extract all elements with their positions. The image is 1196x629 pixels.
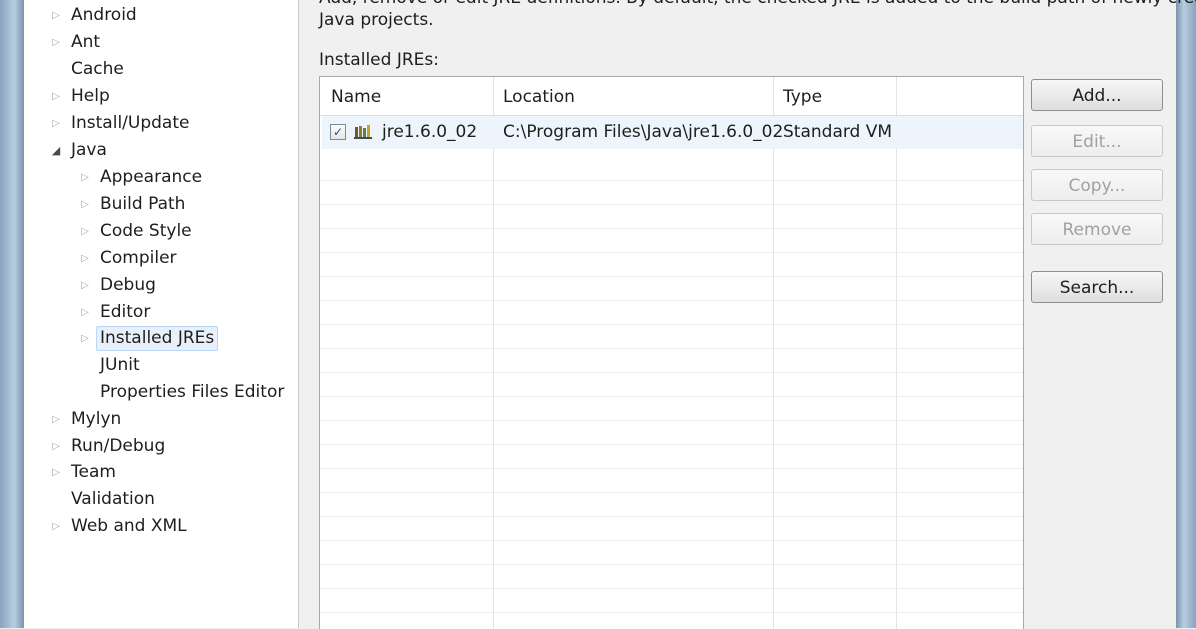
tree-item-help[interactable]: ▷ Help [24, 84, 294, 109]
copy-button[interactable]: Copy... [1031, 169, 1163, 201]
jre-library-icon [354, 125, 372, 139]
tree-item-run-debug[interactable]: ▷ Run/Debug [24, 434, 294, 459]
tree-item-cache[interactable]: Cache [24, 57, 294, 82]
row-divider [320, 348, 1023, 349]
installed-jres-label: Installed JREs: [319, 50, 439, 70]
expand-arrow-icon[interactable]: ▷ [79, 219, 91, 244]
tree-item-label: Android [71, 5, 137, 25]
jre-name-cell: jre1.6.0_02 [382, 122, 478, 142]
tree-item-installed-jres[interactable]: ▷ Installed JREs [24, 326, 294, 351]
expand-arrow-icon[interactable]: ▷ [50, 434, 62, 459]
column-divider [493, 77, 494, 629]
tree-item-appearance[interactable]: ▷ Appearance [24, 165, 294, 190]
tree-item-label: Java [71, 140, 107, 160]
expand-arrow-icon[interactable]: ▷ [79, 300, 91, 325]
row-divider [320, 372, 1023, 373]
row-divider [320, 228, 1023, 229]
row-divider [320, 324, 1023, 325]
column-header-type[interactable]: Type [783, 83, 822, 111]
tree-item-label: Run/Debug [71, 436, 166, 456]
jre-checkbox[interactable]: ✓ [330, 124, 346, 140]
expand-arrow-icon[interactable]: ▷ [50, 84, 62, 109]
edit-button[interactable]: Edit... [1031, 125, 1163, 157]
tree-item-validation[interactable]: Validation [24, 487, 294, 512]
expand-arrow-icon[interactable]: ▷ [50, 30, 62, 55]
tree-item-label: Mylyn [71, 409, 122, 429]
search-button[interactable]: Search... [1031, 271, 1163, 303]
row-divider [320, 612, 1023, 613]
tree-item-label: Compiler [100, 248, 177, 268]
tree-item-mylyn[interactable]: ▷ Mylyn [24, 407, 294, 432]
installed-jres-page: Add, remove or edit JRE definitions. By … [299, 0, 1196, 629]
remove-button[interactable]: Remove [1031, 213, 1163, 245]
collapse-arrow-icon[interactable]: ◢ [50, 138, 62, 163]
tree-item-label: Ant [71, 32, 101, 52]
tree-item-label: Help [71, 86, 110, 106]
tree-item-label: Editor [100, 302, 151, 322]
installed-jres-table[interactable]: Name Location Type ✓ jre1.6.0_02 C:\Prog… [319, 76, 1024, 629]
expand-arrow-icon[interactable]: ▷ [79, 246, 91, 271]
tree-item-debug[interactable]: ▷ Debug [24, 273, 294, 298]
tree-item-web-and-xml[interactable]: ▷ Web and XML [24, 514, 294, 539]
tree-item-label: Validation [71, 489, 155, 509]
tree-item-label: Build Path [100, 194, 186, 214]
jre-location-cell: C:\Program Files\Java\jre1.6.0_02 [503, 122, 784, 142]
tree-item-build-path[interactable]: ▷ Build Path [24, 192, 294, 217]
tree-item-label: Web and XML [71, 516, 187, 536]
tree-item-android[interactable]: ▷ Android [24, 3, 294, 28]
tree-item-compiler[interactable]: ▷ Compiler [24, 246, 294, 271]
tree-item-label: Team [71, 462, 116, 482]
tree-item-team[interactable]: ▷ Team [24, 460, 294, 485]
tree-item-install-update[interactable]: ▷ Install/Update [24, 111, 294, 136]
row-divider [320, 204, 1023, 205]
expand-arrow-icon[interactable]: ▷ [79, 326, 91, 351]
tree-item-label: Install/Update [71, 113, 190, 133]
tree-item-junit[interactable]: JUnit [24, 353, 294, 378]
expand-arrow-icon[interactable]: ▷ [79, 165, 91, 190]
window-frame-left [0, 0, 24, 628]
row-divider [320, 252, 1023, 253]
row-divider [320, 180, 1023, 181]
expand-arrow-icon[interactable]: ▷ [79, 192, 91, 217]
expand-arrow-icon[interactable]: ▷ [50, 111, 62, 136]
add-button[interactable]: Add... [1031, 79, 1163, 111]
column-divider [896, 77, 897, 629]
column-divider [773, 77, 774, 629]
row-divider [320, 540, 1023, 541]
expand-arrow-icon[interactable]: ▷ [50, 407, 62, 432]
column-header-location[interactable]: Location [503, 83, 575, 111]
preferences-tree: ▷ Android ▷ Ant Cache ▷ Help ▷ Install/U… [24, 0, 299, 628]
tree-item-label: Appearance [100, 167, 203, 187]
row-divider [320, 516, 1023, 517]
tree-item-properties-files-editor[interactable]: Properties Files Editor [24, 380, 294, 405]
tree-item-label: Cache [71, 59, 124, 79]
window-frame-right [1176, 0, 1196, 628]
row-divider [320, 492, 1023, 493]
row-divider [320, 396, 1023, 397]
row-divider [320, 564, 1023, 565]
tree-item-label: JUnit [100, 355, 140, 375]
tree-item-code-style[interactable]: ▷ Code Style [24, 219, 294, 244]
column-header-name[interactable]: Name [331, 83, 381, 111]
expand-arrow-icon[interactable]: ▷ [79, 273, 91, 298]
tree-item-editor[interactable]: ▷ Editor [24, 300, 294, 325]
row-divider [320, 300, 1023, 301]
row-divider [320, 468, 1023, 469]
expand-arrow-icon[interactable]: ▷ [50, 514, 62, 539]
page-description-line: Java projects. [319, 10, 434, 30]
tree-item-label: Debug [100, 275, 156, 295]
expand-arrow-icon[interactable]: ▷ [50, 460, 62, 485]
tree-item-label: Installed JREs [96, 326, 219, 351]
row-divider [320, 588, 1023, 589]
expand-arrow-icon[interactable]: ▷ [50, 3, 62, 28]
row-divider [320, 444, 1023, 445]
row-divider [320, 420, 1023, 421]
tree-item-label: Properties Files Editor [100, 382, 285, 402]
tree-item-label: Code Style [100, 221, 192, 241]
jre-type-cell: Standard VM [783, 122, 893, 142]
row-divider [320, 276, 1023, 277]
tree-item-ant[interactable]: ▷ Ant [24, 30, 294, 55]
tree-item-java[interactable]: ◢ Java [24, 138, 294, 163]
page-description-line: Add, remove or edit JRE definitions. By … [319, 0, 1196, 8]
